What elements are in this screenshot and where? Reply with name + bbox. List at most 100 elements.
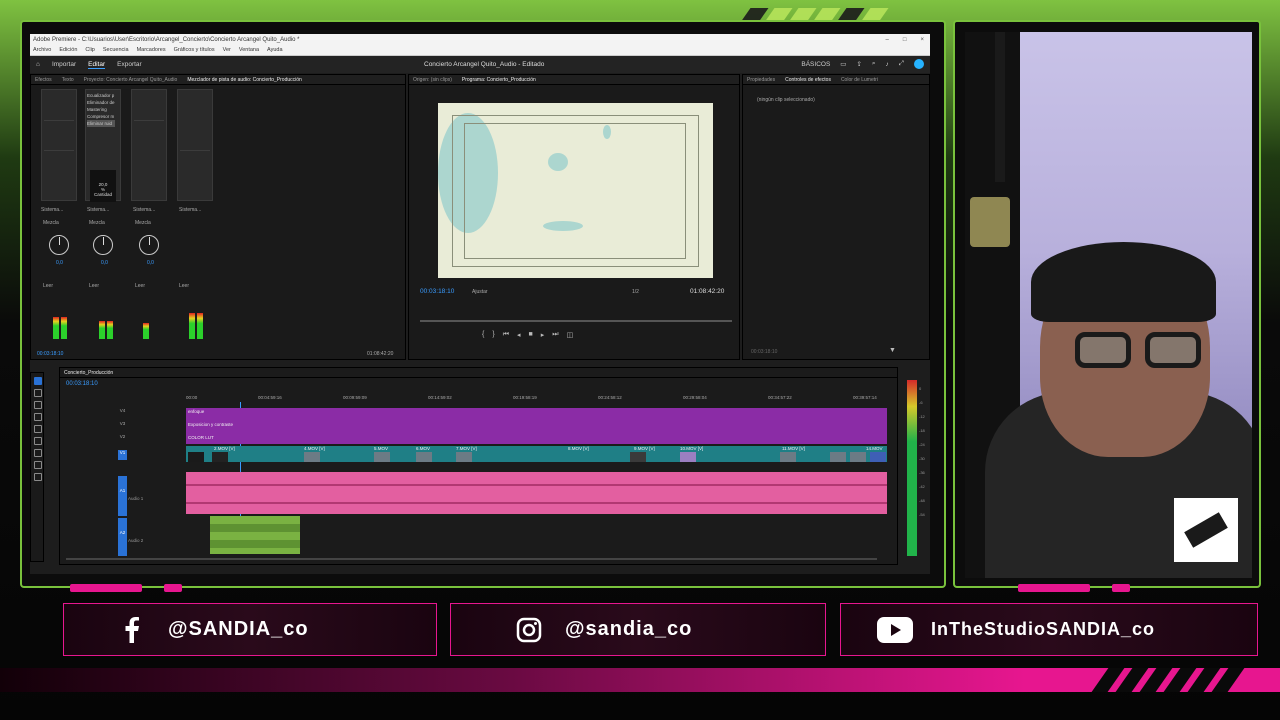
play-icon[interactable]: ▸ [541,331,545,339]
quality-select[interactable]: 1/2 [632,289,639,295]
menu-archivo[interactable]: Archivo [33,47,51,53]
track-fader[interactable] [131,89,167,201]
tab-efectos[interactable]: Efectos [35,77,52,83]
menu-ayuda[interactable]: Ayuda [267,47,283,53]
menu-ver[interactable]: Ver [223,47,231,53]
track-select-tool-icon[interactable] [34,389,42,397]
video-clip[interactable]: 5.MOV [374,446,388,451]
track-label-v2[interactable]: V2 [118,434,127,439]
effect-compresor[interactable]: Compresor m [87,113,115,120]
search-icon[interactable]: ⌕ [872,60,876,68]
track-label-v4[interactable]: V4 [118,408,127,413]
fit-select[interactable]: Ajustar [472,289,488,295]
tab-exportar[interactable]: Exportar [117,61,142,68]
pan-knob[interactable] [139,235,159,255]
selection-tool-icon[interactable] [34,377,42,385]
fullscreen-icon[interactable]: ⤢ [899,60,904,68]
tab-texto[interactable]: Texto [62,77,74,83]
video-clip[interactable]: 4.MOV [V] [304,446,325,451]
social-youtube[interactable]: InTheStudioSANDIA_co [840,603,1258,656]
menu-graficos[interactable]: Gráficos y títulos [174,47,215,53]
program-scrubber[interactable] [420,320,732,322]
adjustment-enfoque[interactable]: enfoque [188,409,204,414]
automation-select[interactable]: Leer [179,283,189,289]
video-clip[interactable]: 8.MOV [V] [568,446,589,451]
program-video-frame[interactable] [438,103,713,278]
tab-proyecto[interactable]: Proyecto: Concierto Arcangel Quito_Audio [84,77,178,83]
type-tool-icon[interactable] [34,473,42,481]
volume-icon[interactable]: ♪ [886,61,889,68]
adjustment-layers[interactable]: enfoque Exposicion y contraste COLOR LUT [186,408,887,444]
pan-knob[interactable] [93,235,113,255]
timeline-scrollbar[interactable] [66,558,877,560]
tab-editar[interactable]: Editar [88,61,106,69]
routing-select[interactable]: Sistema... [41,207,63,213]
menu-marcadores[interactable]: Marcadores [137,47,166,53]
track-label-v1[interactable]: V1 [118,450,127,460]
pan-knob[interactable] [49,235,69,255]
adjustment-color-lut[interactable]: COLOR LUT [188,435,214,440]
video-clip[interactable]: 11.MOV [V] [782,446,805,451]
effect-mastering[interactable]: Mastering [87,106,115,113]
video-clip[interactable]: 6.MOV [416,446,430,451]
video-track-v1[interactable]: 2.MOV [V] 4.MOV [V] 5.MOV 6.MOV 7.MOV [V… [186,446,887,462]
mark-out-icon[interactable]: } [492,331,494,339]
account-icon[interactable] [914,59,924,69]
minimize-button[interactable]: – [886,37,889,43]
effect-eliminador[interactable]: Eliminador de [87,99,115,106]
video-clip[interactable]: 2.MOV [V] [214,446,235,451]
track-label-v3[interactable]: V3 [118,421,127,426]
pen-tool-icon[interactable] [34,437,42,445]
pan-value[interactable]: 0,0 [147,260,154,266]
pan-value[interactable]: 0,0 [101,260,108,266]
panel-icon[interactable]: ▭ [840,60,846,68]
tab-programa[interactable]: Programa: Concierto_Producción [462,77,536,83]
menu-secuencia[interactable]: Secuencia [103,47,129,53]
stop-icon[interactable]: ■ [529,331,533,339]
automation-select[interactable]: Leer [89,283,99,289]
social-facebook[interactable]: @SANDIA_co [63,603,437,656]
maximize-button[interactable]: □ [903,37,907,43]
video-clip[interactable]: 7.MOV [V] [456,446,477,451]
hand-tool-icon[interactable] [34,461,42,469]
adjustment-exposicion[interactable]: Exposicion y contraste [188,422,233,427]
tab-origen[interactable]: Origen: (sin clips) [413,77,452,83]
menu-clip[interactable]: Clip [85,47,94,53]
social-instagram[interactable]: @sandia_co [450,603,826,656]
mark-in-icon[interactable]: { [482,331,484,339]
close-button[interactable]: × [920,37,924,43]
time-ruler[interactable]: 00:00 00:04:59:16 00:09:59:09 00:14:59:0… [186,395,887,405]
routing-select[interactable]: Sistema... [179,207,201,213]
ripple-edit-tool-icon[interactable] [34,401,42,409]
filter-icon[interactable]: ▼ [889,347,896,354]
audio-track-a1[interactable] [186,472,887,514]
slip-tool-icon[interactable] [34,425,42,433]
pan-value[interactable]: 0,0 [56,260,63,266]
video-clip[interactable]: 14.MOV [866,446,883,451]
mix-select[interactable]: Mezcla [89,220,105,226]
routing-select[interactable]: Sistema... [87,207,109,213]
tab-importar[interactable]: Importar [52,61,76,68]
effect-eliminar-ruido[interactable]: Eliminar ruid [87,120,115,127]
tab-controles-efectos[interactable]: Controles de efectos [785,77,831,83]
track-label-a1[interactable]: A1 [118,476,127,516]
mix-select[interactable]: Mezcla [43,220,59,226]
frame-back-icon[interactable]: ◂ [517,331,521,339]
step-forward-icon[interactable]: ⏭ [552,331,558,339]
tab-sequence[interactable]: Concierto_Producción [64,370,113,376]
rectangle-tool-icon[interactable] [34,449,42,457]
track-label-a2[interactable]: A2 [118,518,127,556]
audio-clip-a2[interactable] [210,516,300,554]
menu-ventana[interactable]: Ventana [239,47,259,53]
track-fader[interactable] [177,89,213,201]
automation-select[interactable]: Leer [135,283,145,289]
tab-propiedades[interactable]: Propiedades [747,77,775,83]
effect-ecualizador[interactable]: Ecualizador p [87,92,115,99]
program-timecode[interactable]: 00:03:18:10 [420,288,454,295]
track-fader-effects[interactable]: Ecualizador p Eliminador de Mastering Co… [85,89,121,202]
timeline-timecode[interactable]: 00:03:18:10 [66,381,98,387]
tab-mezclador[interactable]: Mezclador de pista de audio: Concierto_P… [187,77,302,83]
tab-lumetri[interactable]: Color de Lumetri [841,77,878,83]
step-back-icon[interactable]: ⏮ [503,331,509,339]
home-icon[interactable]: ⌂ [36,61,40,68]
